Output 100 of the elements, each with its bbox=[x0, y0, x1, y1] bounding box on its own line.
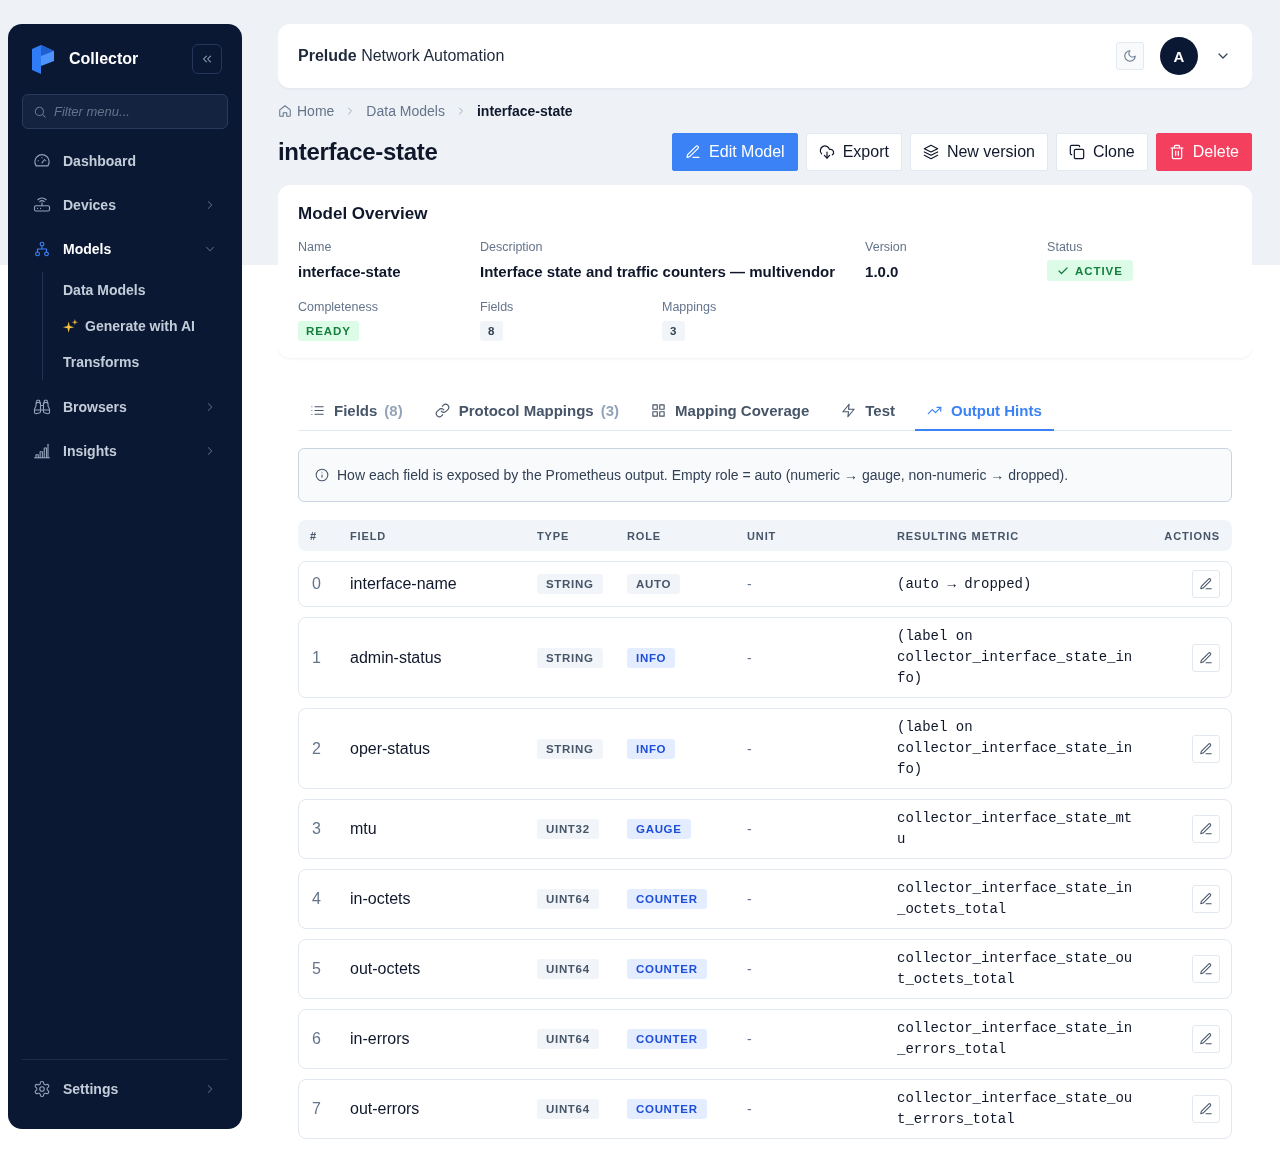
clone-button[interactable]: Clone bbox=[1055, 133, 1148, 171]
new-version-button[interactable]: New version bbox=[909, 133, 1048, 171]
sidebar-item[interactable]: Models bbox=[22, 228, 228, 270]
row-index: 2 bbox=[311, 739, 322, 758]
edit-button[interactable] bbox=[1192, 1025, 1220, 1053]
unit-value: - bbox=[747, 961, 753, 977]
sparkle-icon bbox=[63, 318, 78, 334]
sidebar-item[interactable]: Devices bbox=[22, 184, 228, 226]
edit-button[interactable] bbox=[1192, 734, 1220, 763]
status-badge: READY bbox=[298, 321, 359, 341]
avatar[interactable]: A bbox=[1160, 37, 1198, 75]
pencil-icon bbox=[1199, 650, 1213, 665]
tab[interactable]: Fields (8) bbox=[298, 392, 415, 431]
home-icon bbox=[278, 104, 292, 118]
app-name: Collector bbox=[69, 50, 139, 68]
type-badge: UINT64 bbox=[537, 1029, 599, 1049]
count-badge: 3 bbox=[662, 321, 686, 341]
search-icon bbox=[33, 104, 47, 119]
field-label: Fields bbox=[480, 299, 514, 315]
card-title: Model Overview bbox=[298, 203, 429, 225]
unit-value: - bbox=[747, 1031, 753, 1047]
column-header: RESULTING METRIC bbox=[897, 529, 1021, 542]
metric-name: collector_interface_state_out_errors_total bbox=[897, 1089, 1134, 1129]
role-badge: COUNTER bbox=[627, 1099, 707, 1119]
sidebar-item[interactable]: Insights bbox=[22, 430, 228, 472]
metric-name: collector_interface_state_in_octets_total bbox=[897, 879, 1134, 919]
list-icon bbox=[310, 403, 325, 418]
row-index: 7 bbox=[311, 1100, 322, 1118]
type-badge: UINT64 bbox=[537, 959, 599, 979]
field-label: Description bbox=[480, 239, 543, 255]
collapse-button[interactable] bbox=[192, 44, 222, 74]
field-label: Name bbox=[298, 239, 332, 255]
row-index: 3 bbox=[311, 820, 322, 838]
logo-icon bbox=[32, 44, 54, 74]
metric-name: collector_interface_state_out_octets_total bbox=[897, 949, 1134, 989]
field-label: Mappings bbox=[662, 299, 717, 315]
sidebar-subitem[interactable]: Generate with AI bbox=[43, 308, 228, 344]
edit-model-button[interactable]: Edit Model bbox=[672, 133, 798, 171]
unit-value: - bbox=[747, 576, 753, 592]
row-index: 6 bbox=[311, 1030, 322, 1048]
role-badge: AUTO bbox=[627, 574, 681, 594]
tab[interactable]: Test bbox=[829, 392, 907, 431]
page-title: interface-state bbox=[278, 138, 438, 166]
bar-chart-icon bbox=[33, 442, 51, 460]
column-header: FIELD bbox=[350, 529, 388, 542]
filter-field[interactable]: Filter menu... bbox=[22, 94, 228, 129]
breadcrumb-link[interactable]: Data Models bbox=[366, 103, 445, 119]
type-badge: STRING bbox=[537, 647, 603, 668]
settings-item[interactable]: Settings bbox=[22, 1068, 228, 1110]
field-name: out-errors bbox=[350, 1100, 421, 1118]
pencil-icon bbox=[1199, 822, 1213, 836]
delete-button[interactable]: Delete bbox=[1155, 133, 1252, 171]
column-header: ROLE bbox=[627, 529, 663, 542]
edit-button[interactable] bbox=[1192, 955, 1220, 983]
pencil-icon bbox=[685, 144, 702, 160]
router-icon bbox=[33, 196, 51, 214]
tab[interactable]: Mapping Coverage bbox=[639, 392, 822, 431]
metric-name: (label on collector_interface_state_info) bbox=[897, 718, 1134, 779]
pencil-icon bbox=[1199, 962, 1213, 976]
column-header: # bbox=[310, 529, 318, 542]
column-header: UNIT bbox=[747, 529, 778, 542]
edit-button[interactable] bbox=[1192, 1095, 1220, 1123]
pencil-icon bbox=[1199, 1102, 1213, 1116]
sidebar-subitem[interactable]: Transforms bbox=[43, 344, 228, 380]
role-badge: INFO bbox=[627, 647, 676, 668]
type-badge: STRING bbox=[537, 738, 603, 759]
edit-button[interactable] bbox=[1192, 643, 1220, 672]
info-icon bbox=[315, 468, 329, 482]
breadcrumb-link[interactable]: Home bbox=[278, 103, 335, 119]
status-label: ACTIVE bbox=[1075, 264, 1123, 277]
export-button[interactable]: Export bbox=[805, 133, 902, 171]
role-badge: COUNTER bbox=[627, 959, 707, 979]
field-name: in-octets bbox=[350, 890, 412, 908]
edit-button[interactable] bbox=[1192, 815, 1220, 843]
count-badge: 8 bbox=[480, 321, 504, 341]
row-index: 1 bbox=[311, 648, 322, 667]
row-index: 4 bbox=[311, 890, 322, 908]
unit-value: - bbox=[747, 649, 753, 666]
type-badge: STRING bbox=[537, 574, 603, 594]
sidebar-item[interactable]: Dashboard bbox=[22, 140, 228, 182]
info-text: How each field is exposed by the Prometheus output. Empty role = auto (numeric → gauge, non-numeric → dropped). bbox=[337, 466, 1069, 485]
sidebar-subitem[interactable]: Data Models bbox=[43, 272, 228, 308]
unit-value: - bbox=[747, 1101, 753, 1117]
edit-button[interactable] bbox=[1192, 570, 1220, 598]
network-icon bbox=[33, 240, 51, 258]
metric-name: collector_interface_state_mtu bbox=[897, 809, 1134, 849]
sidebar-item[interactable]: Browsers bbox=[22, 386, 228, 428]
trash-icon bbox=[1168, 144, 1185, 160]
edit-button[interactable] bbox=[1192, 885, 1220, 913]
column-header: TYPE bbox=[537, 529, 571, 542]
metric-name: (auto → dropped) bbox=[897, 574, 1033, 594]
tab[interactable]: Output Hints bbox=[914, 392, 1054, 431]
layers-icon bbox=[922, 144, 939, 160]
field-label: Version bbox=[865, 239, 907, 255]
theme-toggle-button[interactable] bbox=[1116, 42, 1144, 70]
pencil-icon bbox=[1199, 1032, 1213, 1046]
tab[interactable]: Protocol Mappings (3) bbox=[422, 392, 632, 431]
field-value: 1.0.0 bbox=[865, 262, 899, 282]
field-value: interface-state bbox=[298, 262, 401, 282]
binoculars-icon bbox=[33, 398, 51, 416]
